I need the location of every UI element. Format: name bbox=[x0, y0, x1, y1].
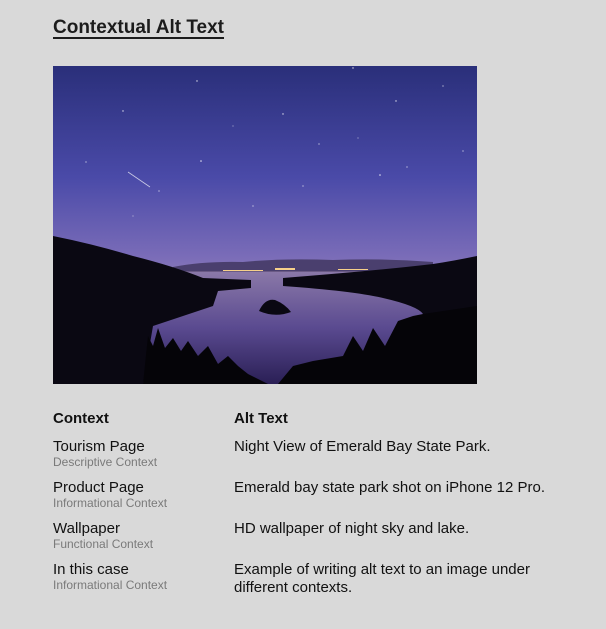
context-type: Functional Context bbox=[53, 537, 154, 551]
context-label: Wallpaper bbox=[53, 520, 120, 537]
context-label: In this case bbox=[53, 561, 129, 578]
context-type: Descriptive Context bbox=[53, 455, 158, 469]
context-label: Product Page bbox=[53, 479, 144, 496]
header-alt-text: Alt Text bbox=[234, 410, 288, 427]
table-header: Context Alt Text bbox=[53, 410, 583, 427]
context-type: Informational Context bbox=[53, 496, 168, 510]
landscape-photo bbox=[53, 66, 477, 384]
context-label: Tourism Page bbox=[53, 438, 145, 455]
alt-text-value: Emerald bay state park shot on iPhone 12… bbox=[234, 479, 546, 496]
alt-text-value: Example of writing alt text to an image … bbox=[234, 561, 530, 596]
table-row: Tourism Page Descriptive Context Night V… bbox=[53, 438, 583, 469]
table-row: In this case Informational Context Examp… bbox=[53, 561, 583, 597]
alt-text-table: Context Alt Text Tourism Page Descriptiv… bbox=[53, 410, 583, 608]
alt-text-value: HD wallpaper of night sky and lake. bbox=[234, 520, 470, 537]
context-type: Informational Context bbox=[53, 578, 168, 592]
alt-text-value: Night View of Emerald Bay State Park. bbox=[234, 438, 491, 455]
table-row: Product Page Informational Context Emera… bbox=[53, 479, 583, 510]
header-context: Context bbox=[53, 410, 109, 427]
page-title: Contextual Alt Text bbox=[53, 17, 225, 38]
table-row: Wallpaper Functional Context HD wallpape… bbox=[53, 520, 583, 551]
